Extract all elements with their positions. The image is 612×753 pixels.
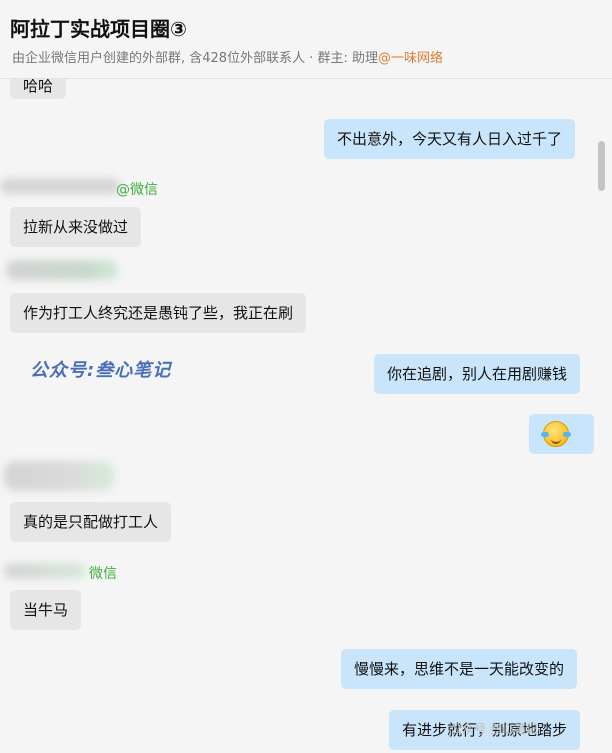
sender-platform-tag: 微信: [89, 566, 117, 582]
group-owner-link[interactable]: @一味网络: [378, 51, 443, 66]
message-bubble[interactable]: 哈哈: [10, 79, 67, 99]
message-bubble[interactable]: 作为打工人终究还是愚钝了些，我正在刷: [10, 293, 307, 333]
message-bubble[interactable]: 你在追剧，别人在用剧赚钱: [374, 354, 581, 394]
sender-avatar-blurred: [4, 563, 86, 579]
sender-avatar-blurred: [6, 260, 118, 280]
group-title[interactable]: 阿拉丁实战项目圈③: [10, 13, 187, 42]
group-info: 由企业微信用户创建的外部群, 含428位外部联系人 · 群主: 助理@一味网络: [12, 47, 443, 66]
chat-header: 阿拉丁实战项目圈③ 由企业微信用户创建的外部群, 含428位外部联系人 · 群主…: [0, 0, 612, 79]
sender-avatar-blurred: [4, 461, 114, 491]
sender-avatar-blurred: [0, 178, 120, 194]
group-info-text: 由企业微信用户创建的外部群, 含428位外部联系人 · 群主: 助理: [12, 51, 378, 66]
corner-watermark: 公众号 叁心笔记: [450, 722, 538, 736]
message-bubble[interactable]: 拉新从来没做过: [10, 207, 142, 247]
chat-messages[interactable]: 哈哈 不出意外，今天又有人日入过千了 @微信 拉新从来没做过 作为打工人终究还是…: [0, 79, 612, 753]
message-bubble[interactable]: 真的是只配做打工人: [10, 502, 172, 542]
chat-scrollbar[interactable]: [598, 141, 605, 191]
tear-icon: [541, 432, 549, 437]
watermark-text: 公众号:叁心笔记: [30, 360, 172, 381]
message-bubble[interactable]: 慢慢来，思维不是一天能改变的: [341, 649, 578, 689]
tear-icon: [563, 432, 571, 437]
laugh-cry-emoji-icon: [541, 421, 571, 447]
mouth-icon: [551, 436, 561, 444]
message-bubble[interactable]: 不出意外，今天又有人日入过千了: [324, 119, 576, 159]
sender-platform-tag: @微信: [116, 182, 158, 198]
message-bubble[interactable]: 当牛马: [10, 590, 82, 630]
